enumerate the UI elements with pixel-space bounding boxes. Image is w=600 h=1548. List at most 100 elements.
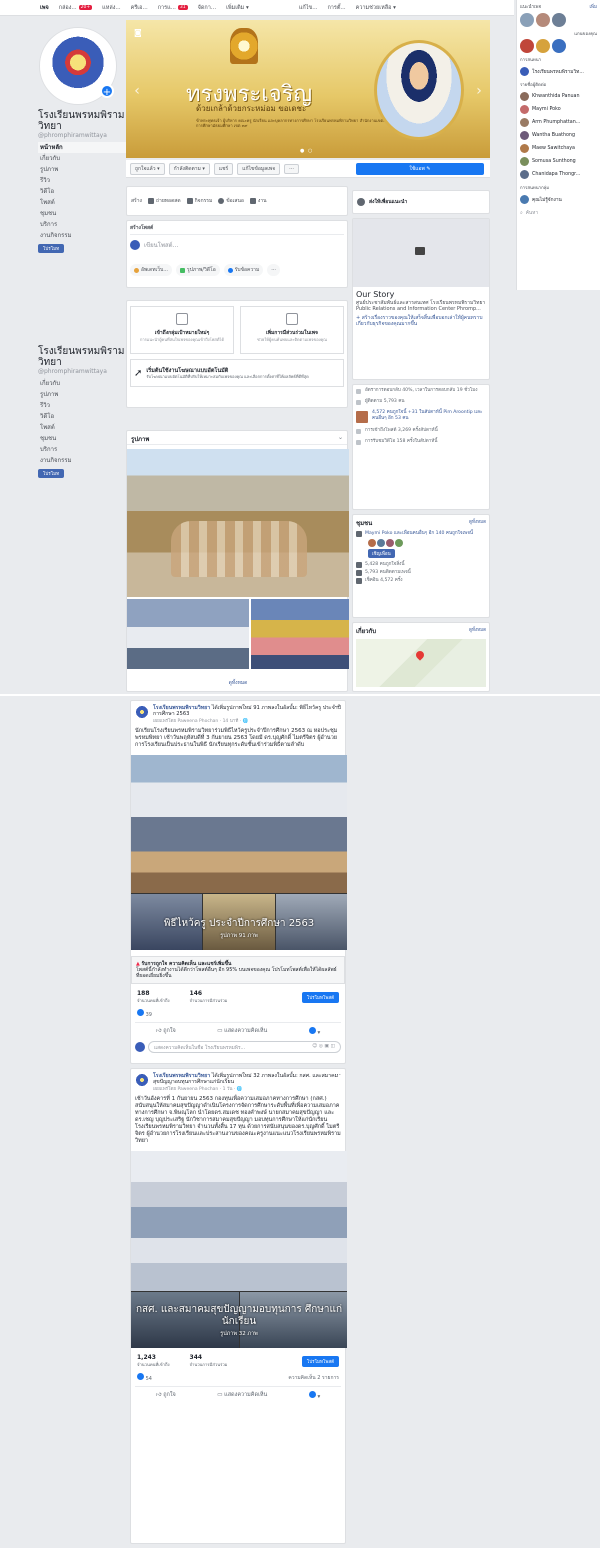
nav-videos[interactable]: วิดีโอ: [38, 186, 126, 197]
use-app-button[interactable]: ใช้แอพ ✎: [356, 163, 484, 175]
photo-thumbnail-main[interactable]: [127, 449, 349, 597]
photo-video-pill[interactable]: รูปภาพ/วิดีโอ: [176, 264, 220, 276]
composer-input-row[interactable]: เขียนโพสต์...: [130, 240, 344, 250]
photos-title[interactable]: รูปภาพ: [131, 434, 149, 443]
emoji-icon[interactable]: ☺ ◎ ▣ ◫: [312, 1044, 335, 1050]
comments-count[interactable]: ความคิดเห็น 2 รายการ: [288, 1374, 339, 1382]
nav-posts[interactable]: โพสต์: [38, 197, 126, 208]
nav-about[interactable]: เกี่ยวกับ: [38, 378, 126, 389]
group-avatar[interactable]: [552, 13, 566, 27]
group-avatar[interactable]: [520, 13, 534, 27]
person-avatar[interactable]: [536, 39, 550, 53]
get-messages-pill[interactable]: รับข้อความ: [223, 264, 264, 276]
more-pill[interactable]: ···: [267, 264, 281, 276]
boost-post-button[interactable]: โปรโมทโพสต์: [301, 1355, 339, 1367]
our-story-card[interactable]: Our Story ศูนย์ประชาสัมพันธ์และสารสนเทศ …: [352, 218, 490, 380]
avatar[interactable]: [135, 705, 149, 719]
post-album[interactable]: กสศ. และสมาคมสุขปัญญามอบทุนการ ศึกษาแก่น…: [131, 1151, 347, 1348]
avatar[interactable]: [368, 539, 376, 547]
share-button[interactable]: แชร์: [213, 162, 234, 175]
add-link[interactable]: เพิ่ม: [590, 3, 597, 10]
profile-picture[interactable]: +: [40, 28, 116, 104]
nav-posts[interactable]: โพสต์: [38, 422, 126, 433]
community-likes-row[interactable]: 5,428 คนถูกใจสิ่งนี้: [356, 562, 486, 568]
album-photo-main[interactable]: [131, 755, 347, 893]
engagement-stat[interactable]: 146 จำนวนการมีส่วนร่วม: [190, 990, 228, 1004]
avatar[interactable]: [395, 539, 403, 547]
nav-reviews[interactable]: รีวิว: [38, 400, 126, 411]
video-views-row[interactable]: การรับชมวิดีโอ 158 ครั้งในสัปดาห์นี้: [356, 439, 486, 445]
chevron-right-icon[interactable]: ›: [474, 84, 484, 98]
liked-button[interactable]: ถูกใจแล้ว ▾: [130, 162, 165, 175]
checkins-row[interactable]: เช็คอิน 4,572 ครั้ง: [356, 578, 486, 584]
page-handle[interactable]: @phromphiramwittaya: [38, 132, 126, 139]
page-handle[interactable]: @phromphiramwittaya: [38, 368, 126, 375]
contact-row[interactable]: โรงเรียนพรหมพิรามวิท...: [520, 65, 597, 78]
contact-row[interactable]: Khwanthida Panuan: [520, 90, 597, 103]
photo-thumbnail[interactable]: [251, 599, 349, 669]
invite-friends-card[interactable]: ส่งให้เพื่อนแนะนำ: [352, 190, 490, 214]
comment-button[interactable]: ▭ แสดงความคิดเห็น: [217, 1391, 267, 1400]
top-tab-edit[interactable]: แก้ไข...: [299, 4, 318, 12]
page-name[interactable]: โรงเรียนพรหมพิราม วิทยา: [38, 110, 126, 132]
post-reach-row[interactable]: การเข้าถึงโพสต์ 3,269 ครั้งสัปดาห์นี้: [356, 428, 486, 434]
followers-row[interactable]: ผู้ติดตาม 5,793 คน: [356, 399, 486, 405]
photo-thumbnail[interactable]: [127, 599, 249, 669]
contact-row[interactable]: Chanidapa Thongr...: [520, 168, 597, 181]
tab-live[interactable]: ถ่ายทอดสด: [148, 197, 181, 205]
avatar[interactable]: [386, 539, 394, 547]
top-tab-more[interactable]: เพิ่มเติม ▾: [226, 4, 249, 12]
contact-row[interactable]: Wantha Buathong: [520, 129, 597, 142]
nav-services[interactable]: บริการ: [38, 444, 126, 455]
reactions-row[interactable]: 39: [135, 1009, 341, 1018]
engagement-box[interactable]: เพิ่มการมีส่วนร่วมในเพจ ช่วยให้ผู้คนค้นพ…: [240, 306, 344, 354]
top-tab-inbox[interactable]: กล่อง... 20+: [59, 4, 93, 12]
boost-post-button[interactable]: โปรโมทโพสต์: [301, 991, 339, 1003]
chevron-left-icon[interactable]: ‹: [132, 84, 142, 98]
top-tab-help[interactable]: ความช่วยเหลือ ▾: [356, 4, 396, 12]
add-photo-icon[interactable]: +: [100, 84, 114, 98]
post-album[interactable]: พิธีไหว้ครู ประจำปีการศึกษา 2563 รูปภาพ 9…: [131, 755, 347, 950]
story-link[interactable]: + สร้างเรื่องราวของคุณให้เสร็จสิ้นเพื่อบ…: [353, 312, 489, 327]
tab-job[interactable]: งาน: [249, 197, 267, 205]
nav-about[interactable]: เกี่ยวกับ: [38, 153, 126, 164]
nav-home[interactable]: หน้าหลัก: [38, 142, 126, 153]
like-button[interactable]: 👍︎ ถูกใจ: [156, 1027, 176, 1036]
composer-placeholder[interactable]: เขียนโพสต์...: [144, 240, 178, 250]
nav-reviews[interactable]: รีวิว: [38, 175, 126, 186]
contact-row[interactable]: Arm Phumphattan...: [520, 116, 597, 129]
page-name[interactable]: โรงเรียนพรหมพิราม วิทยา: [38, 346, 126, 368]
likes-row[interactable]: 4,572 คนถูกใจนี้ +31 ในสัปดาห์นี้ Pim Ar…: [356, 410, 486, 423]
about-see-all-link[interactable]: ดูทั้งหมด: [469, 626, 486, 636]
person-avatar[interactable]: [552, 39, 566, 53]
camera-icon[interactable]: ◙: [134, 28, 142, 37]
nav-events[interactable]: งานกิจกรรม: [38, 230, 126, 241]
person-avatar[interactable]: [520, 39, 534, 53]
top-tab-resources[interactable]: แหล่ง...: [102, 4, 120, 12]
edit-page-info-button[interactable]: แก้ไขข้อมูลเพจ: [237, 162, 281, 175]
promote-button[interactable]: โปรโมท: [38, 244, 65, 253]
share-as-button[interactable]: ▾: [308, 1027, 320, 1036]
contact-row[interactable]: Maew Sawitchaya: [520, 142, 597, 155]
tab-create[interactable]: สร้าง: [131, 197, 142, 205]
story-image-placeholder[interactable]: [353, 219, 489, 287]
top-tab-creator[interactable]: ครีเอ...: [131, 4, 148, 12]
avatar[interactable]: [135, 1073, 149, 1087]
top-tab-settings[interactable]: การตั้...: [327, 4, 345, 12]
more-options-button[interactable]: ···: [284, 163, 299, 174]
tab-offer[interactable]: ข้อเสนอ: [218, 197, 244, 205]
following-button[interactable]: กำลังติดตาม ▾: [168, 162, 210, 175]
top-tab-notifications[interactable]: การแ... 31: [158, 4, 188, 12]
nav-videos[interactable]: วิดีโอ: [38, 411, 126, 422]
community-followers-row[interactable]: 5,793 คนติดตามเพจนี้: [356, 570, 486, 576]
more-options-icon[interactable]: ···: [334, 1071, 341, 1079]
comment-input[interactable]: แสดงความคิดเห็นในชื่อ โรงเรียนพรหมพิร...…: [148, 1041, 341, 1053]
nav-community[interactable]: ชุมชน: [38, 433, 126, 444]
invite-friends-button[interactable]: เชิญเพื่อน: [368, 549, 395, 558]
more-options-icon[interactable]: ···: [334, 703, 341, 711]
share-as-button[interactable]: ▾: [308, 1391, 320, 1400]
contact-row[interactable]: Maymi Poko: [520, 103, 597, 116]
reach-audience-box[interactable]: เข้าถึงกลุ่มเป้าหมายใหม่ๆ การแนะนำผู้คนท…: [130, 306, 234, 354]
nav-services[interactable]: บริการ: [38, 219, 126, 230]
chat-search[interactable]: ⌕ ค้นหา: [520, 206, 597, 219]
